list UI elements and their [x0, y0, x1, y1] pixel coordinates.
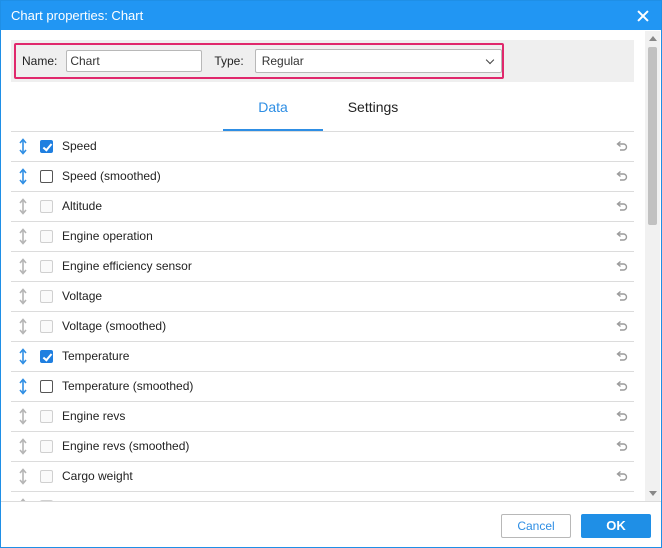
vertical-drag-arrows-icon[interactable] [18, 228, 28, 245]
vertical-drag-arrows-icon[interactable] [18, 408, 28, 425]
type-select[interactable]: Regular [254, 49, 502, 73]
chevron-down-icon [485, 55, 495, 64]
row-checkbox [40, 230, 53, 243]
vertical-drag-arrows-icon[interactable] [18, 138, 28, 155]
row-checkbox [40, 440, 53, 453]
cancel-button[interactable]: Cancel [501, 514, 571, 538]
vertical-drag-arrows-icon[interactable] [18, 318, 28, 335]
undo-arrow-icon[interactable] [615, 380, 628, 392]
vertical-drag-arrows-icon[interactable] [18, 258, 28, 275]
tab-settings[interactable]: Settings [323, 93, 423, 129]
row-label: Engine operation [62, 229, 153, 243]
list-item[interactable]: Engine revs (smoothed) [11, 431, 634, 461]
tab-bar: Data Settings [1, 93, 645, 132]
list-item[interactable]: Speed... [11, 491, 634, 501]
vertical-drag-arrows-icon[interactable] [18, 168, 28, 185]
row-label: Voltage (smoothed) [62, 319, 167, 333]
row-label: Engine revs (smoothed) [62, 439, 190, 453]
ok-button[interactable]: OK [581, 514, 651, 538]
row-label: Engine efficiency sensor [62, 259, 192, 273]
row-checkbox[interactable] [40, 140, 53, 153]
dialog-title: Chart properties: Chart [11, 8, 144, 23]
row-checkbox[interactable] [40, 380, 53, 393]
list-item[interactable]: Temperature (smoothed) [11, 371, 634, 401]
type-select-value: Regular [261, 54, 304, 68]
vertical-drag-arrows-icon[interactable] [18, 348, 28, 365]
name-input[interactable] [66, 50, 203, 72]
name-label: Name: [22, 54, 58, 68]
scrollbar-thumb[interactable] [648, 47, 657, 225]
row-checkbox [40, 260, 53, 273]
scroll-down-arrow-icon[interactable] [649, 491, 657, 496]
row-checkbox [40, 470, 53, 483]
undo-arrow-icon[interactable] [615, 230, 628, 242]
list-item[interactable]: Temperature [11, 341, 634, 371]
row-checkbox [40, 290, 53, 303]
undo-arrow-icon[interactable] [615, 140, 628, 152]
undo-arrow-icon[interactable] [615, 440, 628, 452]
row-label: Engine revs [62, 409, 126, 423]
row-checkbox [40, 410, 53, 423]
undo-arrow-icon[interactable] [615, 410, 628, 422]
row-label: Speed [62, 139, 97, 153]
undo-arrow-icon[interactable] [615, 170, 628, 182]
list-item[interactable]: Engine operation [11, 221, 634, 251]
scroll-up-arrow-icon[interactable] [649, 36, 657, 41]
vertical-drag-arrows-icon[interactable] [18, 198, 28, 215]
list-item[interactable]: Speed [11, 131, 634, 161]
row-checkbox [40, 200, 53, 213]
undo-arrow-icon[interactable] [615, 290, 628, 302]
list-item[interactable]: Altitude [11, 191, 634, 221]
chart-properties-dialog: Chart properties: Chart Name: Type: Regu… [0, 0, 662, 548]
row-label: Temperature (smoothed) [62, 379, 194, 393]
row-label: Altitude [62, 199, 103, 213]
list-item[interactable]: Engine efficiency sensor [11, 251, 634, 281]
row-label: Speed (smoothed) [62, 169, 161, 183]
chart-header-bar: Name: Type: Regular [11, 40, 634, 82]
row-checkbox[interactable] [40, 350, 53, 363]
list-item[interactable]: Speed (smoothed) [11, 161, 634, 191]
list-scrollbar[interactable] [645, 31, 660, 501]
undo-arrow-icon[interactable] [615, 200, 628, 212]
dialog-body: Name: Type: Regular Data Settings SpeedS… [1, 31, 645, 501]
row-label: Cargo weight [62, 469, 133, 483]
row-label: Voltage [62, 289, 103, 303]
close-icon[interactable] [635, 8, 651, 24]
list-item[interactable]: Cargo weight [11, 461, 634, 491]
data-series-list: Speed Speed (smoothed) Altitude Engine oper… [11, 131, 634, 501]
undo-arrow-icon[interactable] [615, 350, 628, 362]
vertical-drag-arrows-icon[interactable] [18, 288, 28, 305]
row-label: Temperature [62, 349, 130, 363]
name-type-fields: Name: Type: Regular [14, 43, 504, 79]
vertical-drag-arrows-icon[interactable] [18, 438, 28, 455]
undo-arrow-icon[interactable] [615, 320, 628, 332]
vertical-drag-arrows-icon[interactable] [18, 468, 28, 485]
row-checkbox[interactable] [40, 170, 53, 183]
dialog-titlebar: Chart properties: Chart [1, 1, 661, 30]
list-item[interactable]: Engine revs [11, 401, 634, 431]
list-item[interactable]: Voltage [11, 281, 634, 311]
vertical-drag-arrows-icon[interactable] [18, 378, 28, 395]
type-label: Type: [214, 54, 244, 68]
row-checkbox [40, 320, 53, 333]
list-item[interactable]: Voltage (smoothed) [11, 311, 634, 341]
undo-arrow-icon[interactable] [615, 260, 628, 272]
undo-arrow-icon[interactable] [615, 470, 628, 482]
tab-data[interactable]: Data [223, 93, 323, 132]
dialog-footer: Cancel OK [1, 501, 661, 547]
